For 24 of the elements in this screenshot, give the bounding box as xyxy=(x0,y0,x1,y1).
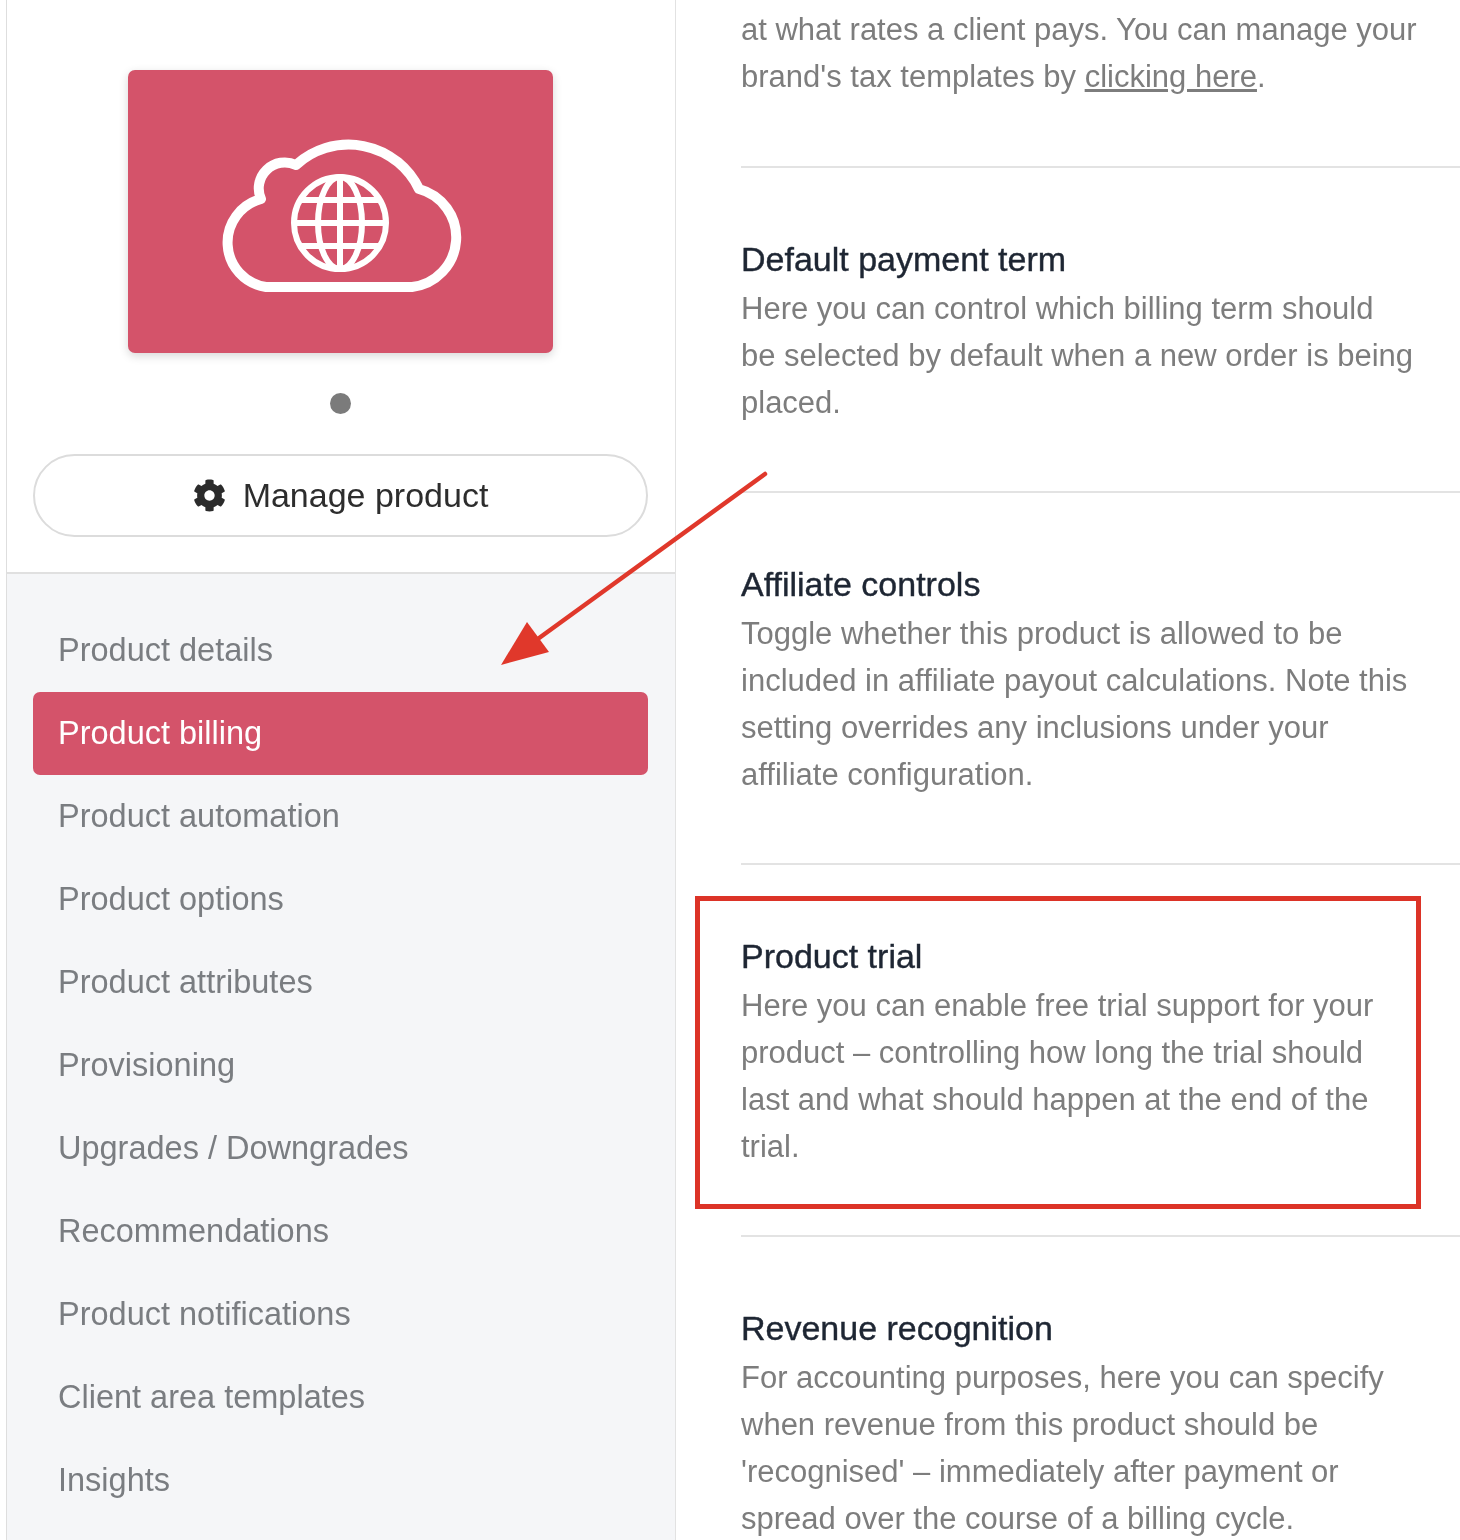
nav-item[interactable]: Product options xyxy=(33,858,648,941)
text-link[interactable]: clicking here xyxy=(1084,59,1257,94)
nav-item[interactable]: Client area templates xyxy=(33,1356,648,1439)
nav-item[interactable]: Product automation xyxy=(33,775,648,858)
manage-product-button[interactable]: Manage product xyxy=(33,454,648,537)
section-title: Affiliate controls xyxy=(741,564,982,604)
nav-item[interactable]: Recommendations xyxy=(33,1190,648,1273)
section-description: Here you can enable free trial support for your product – controlling how long the trial should last and what should happen at the end of the trial. xyxy=(741,987,1375,1166)
nav-item[interactable]: Upgrades / Downgrades xyxy=(33,1107,648,1190)
section-description: Here you can control which billing term should be selected by default when a new order is being placed. xyxy=(741,290,1415,422)
nav-item[interactable]: Product attributes xyxy=(33,941,648,1024)
nav-item[interactable]: Product billing xyxy=(33,692,648,775)
nav-item[interactable]: Provisioning xyxy=(33,1024,648,1107)
nav-item[interactable]: Product notifications xyxy=(33,1273,648,1356)
intro-text: at what rates a client pays. You can manage your brand's tax templates by clicking here. xyxy=(741,11,1418,96)
settings-icon xyxy=(192,479,226,512)
section-description: Toggle whether this product is allowed to be included in affiliate payout calculations. Note this setting overrides any inclusions under your affiliate configuration. xyxy=(741,615,1409,794)
section-title: Default payment term xyxy=(741,239,1068,279)
nav-item[interactable]: Insights xyxy=(33,1439,648,1522)
section-title: Product trial xyxy=(741,936,924,976)
carousel-dot-icon[interactable] xyxy=(330,393,351,414)
section-title: Revenue recognition xyxy=(741,1308,1054,1348)
nav-item[interactable]: Product details xyxy=(33,609,648,692)
section-description: For accounting purposes, here you can specify when revenue from this product should be 'recognised' – immediately after payment or spread over the course of a billing cycle. xyxy=(741,1359,1385,1538)
